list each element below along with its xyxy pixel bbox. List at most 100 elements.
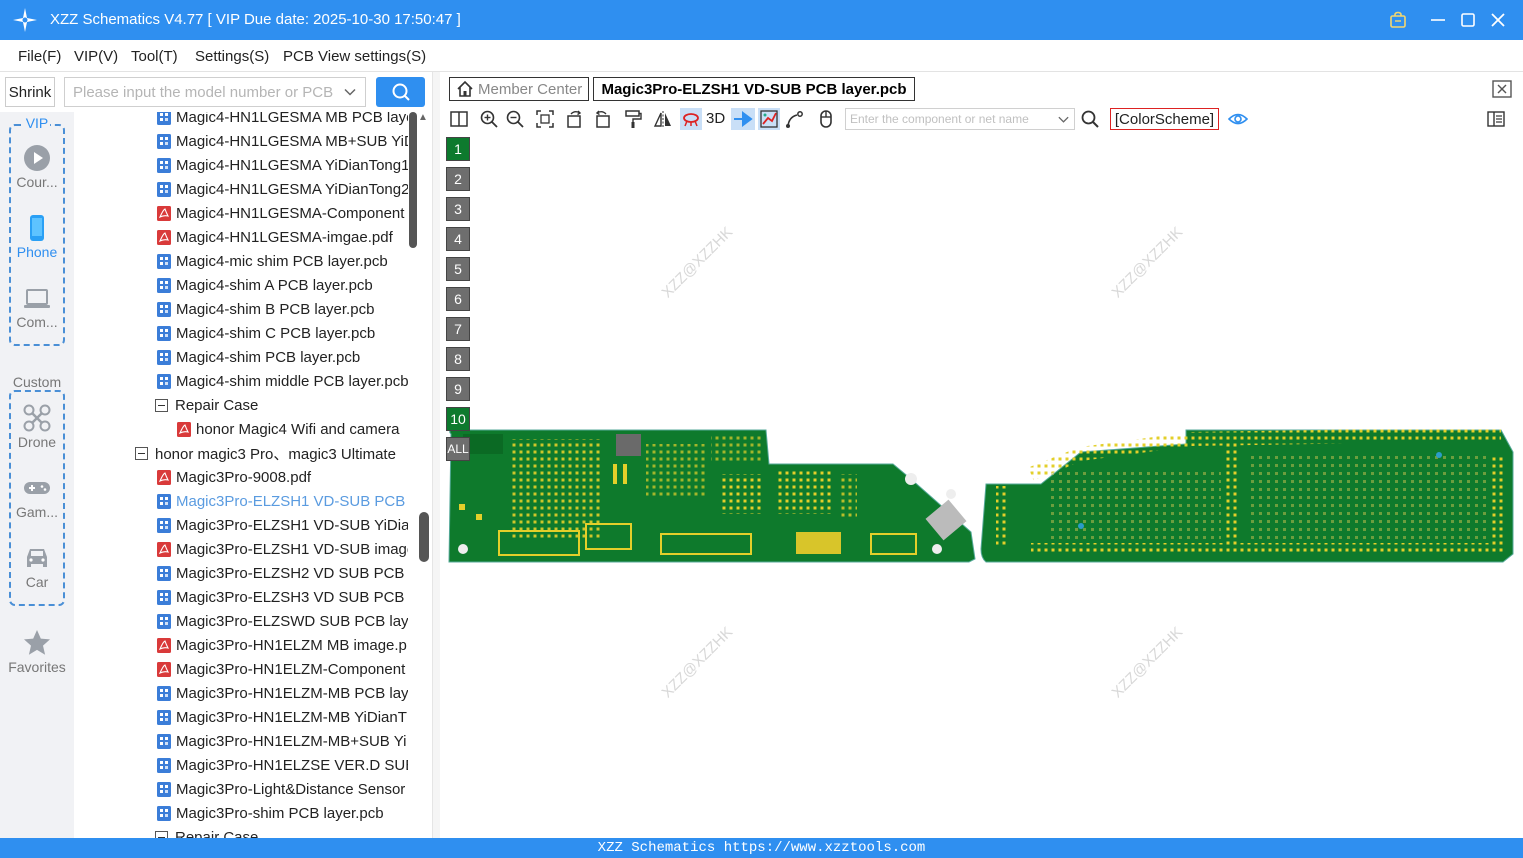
- menu-file[interactable]: File(F): [18, 48, 61, 65]
- menu-pcb-view-settings[interactable]: PCB View settings(S): [283, 48, 426, 65]
- maximize-button[interactable]: [1454, 6, 1482, 34]
- pcb-canvas[interactable]: XZZ@XZZHK XZZ@XZZHK XZZ@XZZHK XZZ@XZZHK: [441, 134, 1523, 838]
- layer-button-6[interactable]: 6: [446, 287, 470, 311]
- model-search-input[interactable]: [65, 78, 335, 106]
- shrink-button[interactable]: Shrink: [5, 77, 55, 107]
- tree-item[interactable]: Magic4-shim PCB layer.pcb: [157, 345, 360, 369]
- zoom-in-button[interactable]: [478, 108, 500, 130]
- tree-item[interactable]: Magic3Pro-HN1ELZM-MB+SUB Yi: [157, 729, 406, 753]
- tree-item[interactable]: Magic4-HN1LGESMA-Component: [157, 201, 404, 225]
- tree-item[interactable]: Magic3Pro-HN1ELZM-MB PCB lay: [157, 681, 408, 705]
- tree-item[interactable]: Magic3Pro-HN1ELZM-Component: [157, 657, 405, 681]
- fit-view-button[interactable]: [534, 108, 556, 130]
- vip-bag-button[interactable]: [1384, 6, 1412, 34]
- tree-item[interactable]: Magic3Pro-ELZSH1 VD-SUB PCB la: [157, 489, 408, 513]
- tree-item[interactable]: Magic3Pro-Light&Distance Sensor: [157, 777, 405, 801]
- draw-line-button[interactable]: [784, 108, 806, 130]
- tree-item[interactable]: Magic3Pro-ELZSWD SUB PCB layer: [157, 609, 408, 633]
- select-mode-button[interactable]: [731, 108, 755, 130]
- chevron-down-icon[interactable]: [343, 85, 357, 99]
- color-scheme-button[interactable]: [ColorScheme]: [1110, 108, 1219, 130]
- category-course[interactable]: Cour...: [0, 144, 74, 190]
- tree-item[interactable]: Magic4-HN1LGESMA YiDianTong1: [157, 153, 408, 177]
- tree-item[interactable]: Magic4-HN1LGESMA MB+SUB YiD: [157, 129, 408, 153]
- tree-item[interactable]: Magic3Pro-HN1ELZM-MB YiDianT: [157, 705, 407, 729]
- layer-button-8[interactable]: 8: [446, 347, 470, 371]
- tree-item[interactable]: Magic3Pro-ELZSH3 VD SUB PCB la: [157, 585, 408, 609]
- rotate-right-button[interactable]: [591, 108, 613, 130]
- tree-item[interactable]: Magic4-HN1LGESMA MB PCB laye: [157, 112, 408, 129]
- tree-item[interactable]: Magic3Pro-HN1ELZM MB image.p: [157, 633, 407, 657]
- highlight-net-button[interactable]: [680, 108, 702, 130]
- close-tabs-icon[interactable]: [1492, 80, 1512, 98]
- chevron-down-icon[interactable]: [1057, 113, 1070, 126]
- category-car[interactable]: Car: [0, 544, 74, 590]
- tree-item[interactable]: Magic3Pro-ELZSH1 VD-SUB YiDiar: [157, 513, 408, 537]
- layer-button-all[interactable]: ALL: [446, 437, 470, 461]
- category-favorites[interactable]: Favorites: [0, 629, 74, 675]
- component-search-button[interactable]: [1079, 108, 1101, 130]
- tree-outer-scrollbar-thumb[interactable]: [419, 512, 429, 562]
- tree-item[interactable]: Magic4-HN1LGESMA-imgae.pdf: [157, 225, 393, 249]
- category-computer[interactable]: Com...: [0, 284, 74, 330]
- layer-button-3[interactable]: 3: [446, 197, 470, 221]
- tree-item[interactable]: Repair Case: [155, 825, 258, 838]
- tree-item[interactable]: honor magic3 Pro、magic3 Ultimate: [135, 441, 396, 465]
- home-icon: [457, 80, 473, 97]
- pcb-board-drawing[interactable]: [441, 134, 1523, 838]
- side-panel-toggle-button[interactable]: [1485, 108, 1507, 130]
- category-drone[interactable]: Drone: [0, 404, 74, 450]
- collapse-toggle-icon[interactable]: [155, 398, 168, 412]
- tree-item[interactable]: Magic3Pro-ELZSH2 VD SUB PCB la: [157, 561, 408, 585]
- paint-button[interactable]: [622, 108, 644, 130]
- tree-item[interactable]: Magic3Pro-ELZSH1 VD-SUB image: [157, 537, 408, 561]
- tree-item[interactable]: Magic4-shim middle PCB layer.pcb: [157, 369, 408, 393]
- view-3d-button[interactable]: 3D: [706, 110, 725, 127]
- close-button[interactable]: [1484, 6, 1512, 34]
- layer-button-2[interactable]: 2: [446, 167, 470, 191]
- tree-item[interactable]: Magic3Pro-9008.pdf: [157, 465, 311, 489]
- tree-item[interactable]: Magic4-shim B PCB layer.pcb: [157, 297, 374, 321]
- mirror-button[interactable]: [652, 108, 674, 130]
- zoom-out-button[interactable]: [504, 108, 526, 130]
- collapse-toggle-icon[interactable]: [155, 830, 168, 838]
- menu-tool[interactable]: Tool(T): [131, 48, 178, 65]
- tree-item[interactable]: Magic4-shim C PCB layer.pcb: [157, 321, 375, 345]
- search-button[interactable]: [376, 77, 425, 107]
- rotate-left-button[interactable]: [564, 108, 586, 130]
- bga-chip[interactable]: [776, 469, 831, 514]
- layer-button-5[interactable]: 5: [446, 257, 470, 281]
- category-game[interactable]: Gam...: [0, 474, 74, 520]
- layer-button-1[interactable]: 1: [446, 137, 470, 161]
- tree-item[interactable]: Magic3Pro-HN1ELZSE VER.D SUB I: [157, 753, 408, 777]
- layer-button-9[interactable]: 9: [446, 377, 470, 401]
- menu-settings[interactable]: Settings(S): [195, 48, 269, 65]
- tree-item[interactable]: honor Magic4 Wifi and camera: [177, 417, 399, 441]
- mouse-mode-button[interactable]: [815, 108, 837, 130]
- layer-button-4[interactable]: 4: [446, 227, 470, 251]
- scroll-up-arrow-icon[interactable]: ▲: [418, 112, 428, 123]
- visibility-button[interactable]: [1227, 108, 1249, 130]
- tree-item[interactable]: Magic4-shim A PCB layer.pcb: [157, 273, 373, 297]
- menu-vip[interactable]: VIP(V): [74, 48, 118, 65]
- tree-scrollbar-thumb[interactable]: [409, 112, 417, 248]
- tree-item[interactable]: Repair Case: [155, 393, 258, 417]
- tree-scrollbar-track[interactable]: [408, 112, 418, 248]
- tree-item[interactable]: Magic4-mic shim PCB layer.pcb: [157, 249, 388, 273]
- category-label: Cour...: [16, 174, 58, 190]
- split-view-button[interactable]: [448, 108, 470, 130]
- collapse-toggle-icon[interactable]: [135, 446, 148, 460]
- component-block[interactable]: [616, 434, 641, 456]
- component-search-input[interactable]: [846, 109, 1051, 129]
- tree-item[interactable]: Magic3Pro-shim PCB layer.pcb: [157, 801, 384, 825]
- tab-active-pcb[interactable]: Magic3Pro-ELZSH1 VD-SUB PCB layer.pcb: [593, 77, 915, 101]
- layer-button-10[interactable]: 10: [446, 407, 470, 431]
- category-phone[interactable]: Phone: [0, 214, 74, 260]
- layer-button-7[interactable]: 7: [446, 317, 470, 341]
- tab-member-center[interactable]: Member Center: [449, 77, 590, 101]
- tree-item-label: Magic4-HN1LGESMA-imgae.pdf: [176, 228, 393, 246]
- show-traces-button[interactable]: [758, 108, 780, 130]
- minimize-button[interactable]: [1424, 6, 1452, 34]
- tree-item[interactable]: Magic4-HN1LGESMA YiDianTong2: [157, 177, 408, 201]
- panel-divider[interactable]: [432, 72, 440, 838]
